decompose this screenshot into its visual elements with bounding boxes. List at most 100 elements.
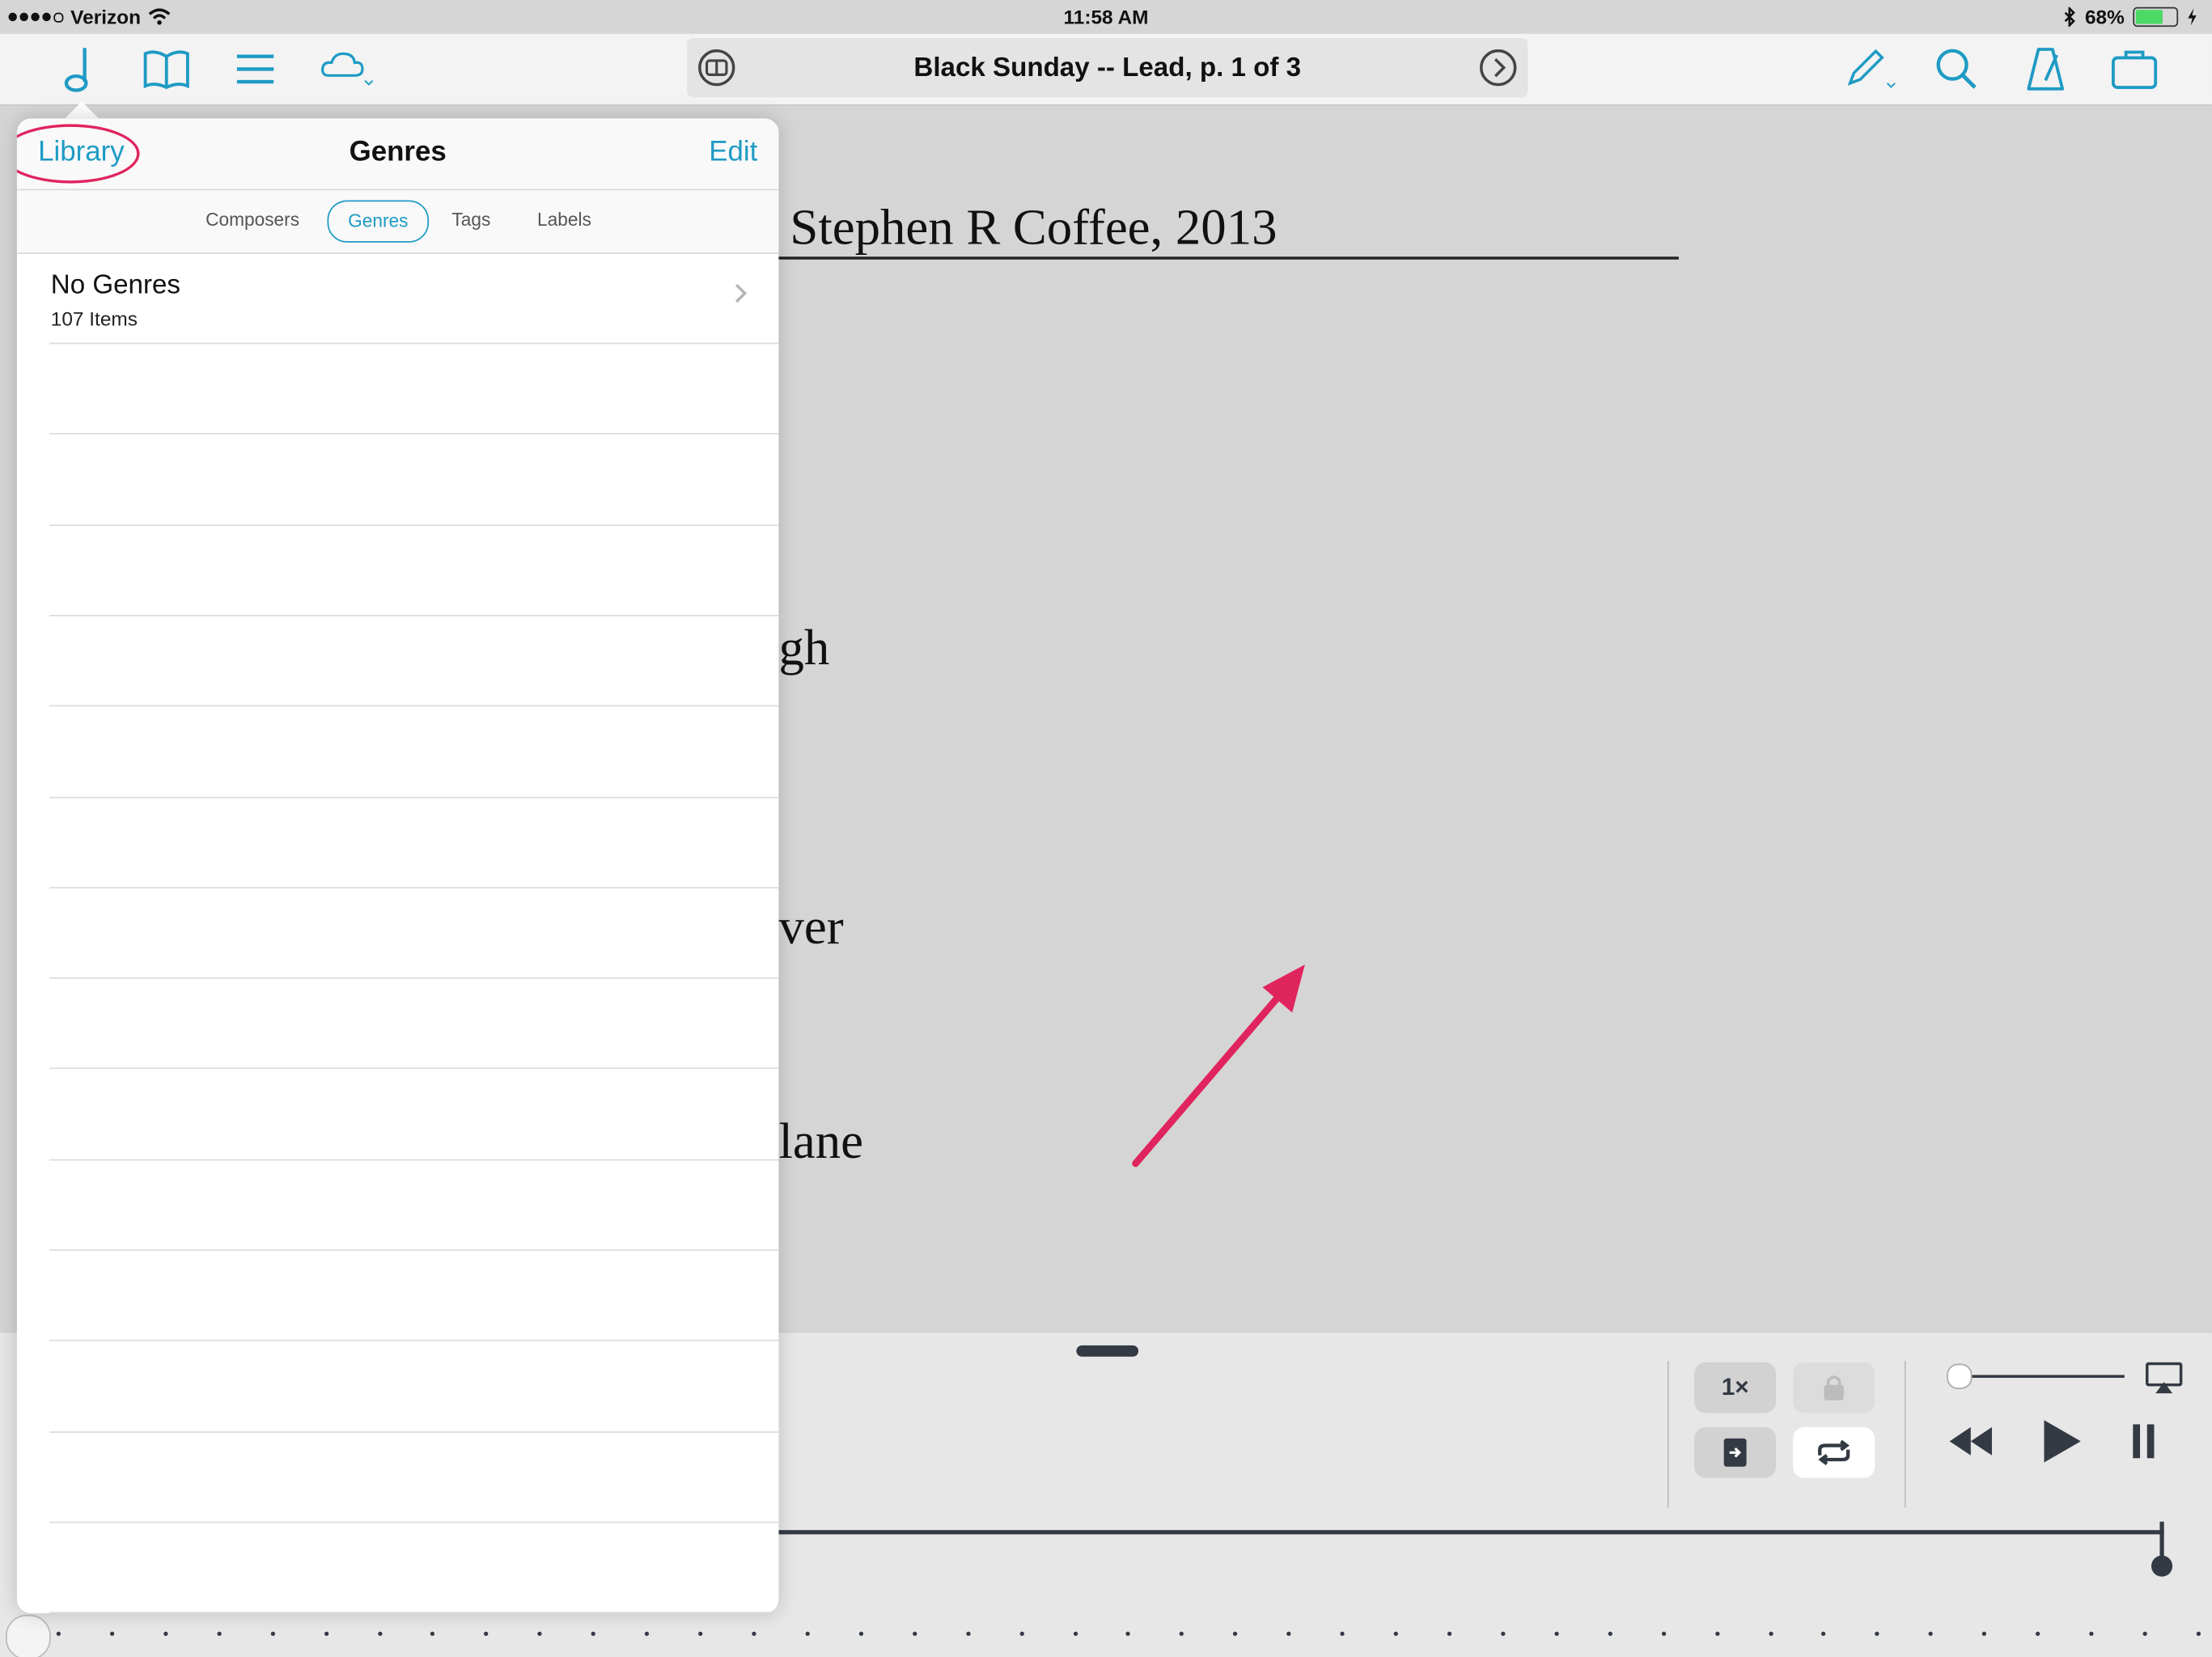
list-separator	[49, 1159, 779, 1160]
page-turn-icon	[1723, 1438, 1747, 1467]
lyric-text: ver	[778, 898, 844, 956]
list-separator	[49, 1521, 779, 1524]
divider	[1904, 1360, 1906, 1508]
divider	[1667, 1360, 1669, 1508]
edit-button[interactable]: Edit	[709, 137, 757, 169]
scrubber-tick	[1180, 1631, 1184, 1636]
list-separator	[49, 1430, 779, 1433]
scrubber-tick	[56, 1631, 61, 1636]
scrubber-tick	[484, 1631, 489, 1636]
document-title-bar[interactable]: Black Sunday -- Lead, p. 1 of 3	[687, 38, 1528, 98]
page-turn-button[interactable]	[1694, 1426, 1777, 1478]
scrubber-tick	[1233, 1631, 1238, 1636]
volume-knob[interactable]	[1947, 1363, 1973, 1389]
list-separator	[49, 886, 779, 888]
popover-arrow	[65, 101, 100, 119]
scrubber-tick	[1768, 1631, 1773, 1636]
audio-timeline-track[interactable]	[778, 1530, 2164, 1535]
scrubber-tick	[1393, 1631, 1398, 1636]
list-separator	[49, 705, 779, 707]
list-separator	[49, 1340, 779, 1342]
scrubber-tick	[2142, 1631, 2147, 1636]
page-scrubber-knob[interactable]	[5, 1614, 51, 1657]
scrubber-tick	[591, 1631, 596, 1636]
volume-slider[interactable]	[1947, 1363, 2125, 1389]
list-separator	[49, 1068, 779, 1070]
battery-percent: 68%	[2084, 5, 2125, 28]
briefcase-icon[interactable]	[2106, 42, 2163, 95]
scrubber-tick	[2196, 1631, 2201, 1636]
play-icon[interactable]	[2041, 1418, 2083, 1465]
page-scrubber-ticks	[56, 1631, 2201, 1640]
scrubber-tick	[377, 1631, 382, 1636]
scrubber-tick	[1126, 1631, 1131, 1636]
list-separator	[49, 977, 779, 979]
next-page-icon[interactable]	[1478, 48, 1518, 87]
tab-labels[interactable]: Labels	[519, 201, 610, 240]
scrubber-tick	[1447, 1631, 1452, 1636]
scrubber-tick	[805, 1631, 810, 1636]
list-separator	[49, 342, 779, 345]
library-popover: Library Genres Edit Composers Genres Tag…	[16, 118, 779, 1613]
scrubber-tick	[965, 1631, 971, 1636]
scrubber-tick	[109, 1631, 115, 1636]
scrubber-tick	[2089, 1631, 2094, 1636]
scrubber-tick	[217, 1631, 222, 1636]
list-item[interactable]: No Genres 107 Items	[17, 254, 779, 345]
scrubber-tick	[537, 1631, 543, 1636]
drawer-handle[interactable]	[1076, 1345, 1139, 1357]
rewind-icon[interactable]	[1947, 1423, 1994, 1460]
status-bar: Verizon 11:58 AM 68%	[0, 0, 2212, 34]
cloud-icon[interactable]	[319, 42, 375, 95]
airplay-icon[interactable]	[2144, 1361, 2184, 1395]
timeline-marker-knob[interactable]	[2151, 1555, 2173, 1577]
metronome-icon[interactable]	[2017, 42, 2074, 95]
list-separator	[49, 795, 779, 798]
scrubber-tick	[2036, 1631, 2040, 1636]
battery-icon	[2133, 6, 2179, 28]
lyric-text: lane	[778, 1112, 864, 1169]
composer-credit: Stephen R Coffee, 2013	[790, 198, 1278, 256]
scrubber-tick	[163, 1631, 168, 1636]
loop-icon	[1818, 1439, 1850, 1465]
scrubber-tick	[1714, 1631, 1719, 1636]
scrubber-tick	[1661, 1631, 1666, 1636]
search-icon[interactable]	[1929, 42, 1985, 95]
list-separator	[49, 433, 779, 435]
scrubber-tick	[324, 1631, 328, 1636]
pencil-icon[interactable]	[1842, 42, 1899, 95]
lock-button[interactable]	[1793, 1362, 1875, 1413]
list-icon[interactable]	[227, 42, 284, 95]
scrubber-tick	[1554, 1631, 1559, 1636]
document-title: Black Sunday -- Lead, p. 1 of 3	[913, 53, 1302, 83]
loop-button[interactable]	[1793, 1426, 1875, 1478]
scrubber-tick	[1340, 1631, 1345, 1636]
scrubber-tick	[912, 1631, 917, 1636]
genre-item-count: 107 Items	[50, 307, 138, 330]
tab-genres[interactable]: Genres	[327, 200, 430, 243]
bluetooth-icon	[2064, 6, 2075, 28]
genre-name: No Genres	[50, 270, 180, 301]
composer-rule	[775, 256, 1679, 260]
scrubber-tick	[1073, 1631, 1078, 1636]
book-icon[interactable]	[138, 42, 195, 95]
music-note-icon[interactable]	[51, 42, 108, 95]
pause-icon[interactable]	[2130, 1423, 2159, 1460]
popover-header: Library Genres Edit	[16, 118, 779, 191]
popover-title: Genres	[349, 137, 447, 168]
tab-tags[interactable]: Tags	[438, 201, 506, 240]
tab-composers[interactable]: Composers	[189, 201, 316, 240]
scrubber-tick	[1286, 1631, 1291, 1636]
toolbar: Black Sunday -- Lead, p. 1 of 3	[0, 33, 2212, 106]
charging-icon	[2188, 8, 2197, 26]
battery-fill	[2135, 10, 2163, 24]
scrubber-tick	[698, 1631, 703, 1636]
scrubber-tick	[858, 1631, 863, 1636]
scrubber-tick	[1608, 1631, 1612, 1636]
scrubber-tick	[430, 1631, 435, 1636]
playback-speed-button[interactable]: 1×	[1694, 1362, 1777, 1413]
scrubber-tick	[1821, 1631, 1826, 1636]
list-separator	[49, 1249, 779, 1252]
clock: 11:58 AM	[1063, 5, 1149, 28]
page-layout-icon[interactable]	[697, 48, 736, 87]
